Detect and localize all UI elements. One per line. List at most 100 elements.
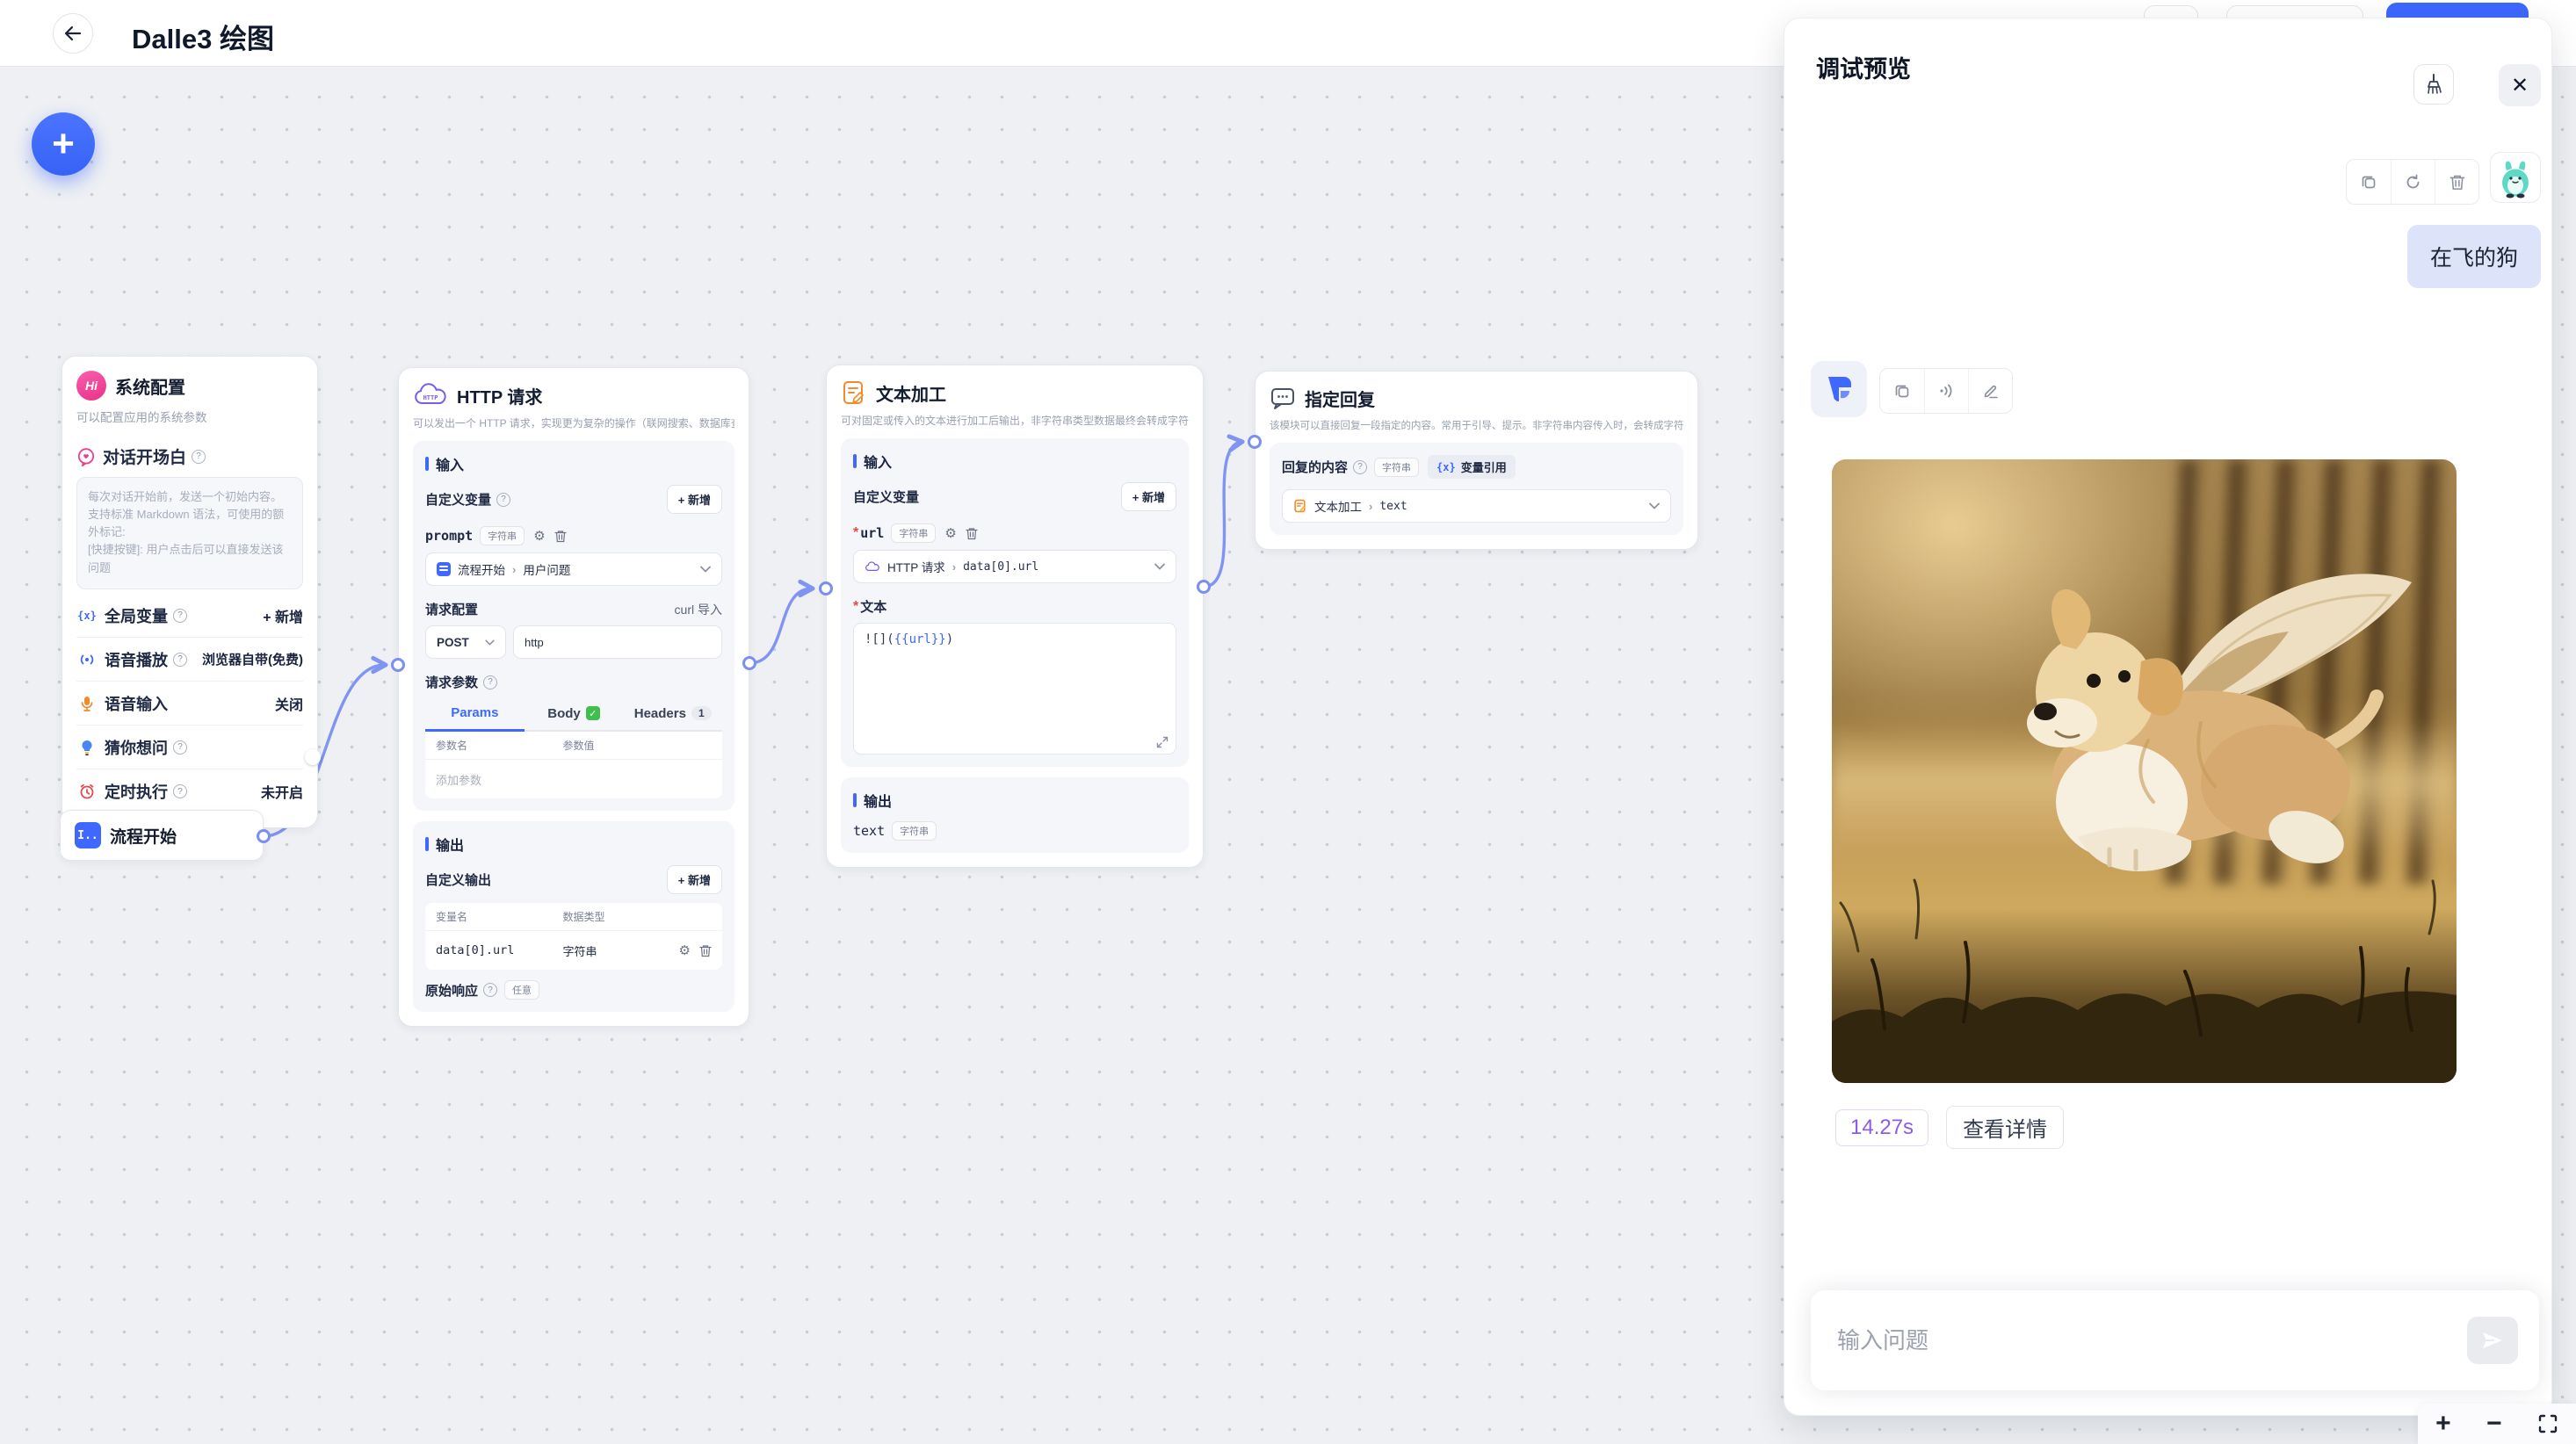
add-node-button[interactable]: + [32,112,95,176]
clear-history-button[interactable] [2413,64,2454,105]
help-icon[interactable]: ? [483,675,497,690]
read-aloud-button[interactable] [1924,369,1968,413]
handle-http-in[interactable] [391,658,405,672]
handle-flowstart-out[interactable] [257,829,271,843]
add-variable-button[interactable]: + 新增 [667,485,722,514]
retry-icon [2405,174,2421,191]
help-icon[interactable]: ? [173,609,187,623]
broadcast-icon [76,650,98,669]
url-reference-select[interactable]: HTTP 请求 › data[0].url [853,550,1176,583]
help-icon[interactable]: ? [1353,460,1367,474]
http-output-section: 输出 自定义输出 + 新增 变量名 数据类型 data[0].url 字符串 ⚙ [413,821,734,1012]
headers-count-badge: 1 [691,706,712,720]
node-title: 指定回复 [1305,386,1375,411]
url-input[interactable] [513,625,722,659]
copy-button[interactable] [1880,369,1924,413]
microphone-icon [76,695,98,712]
row-scheduled-run[interactable]: 定时执行 ? 未开启 [76,769,303,813]
tab-headers[interactable]: Headers1 [623,698,722,732]
node-specified-reply[interactable]: 指定回复 该模块可以直接回复一段指定的内容。常用于引导、提示。非字符串内容传入时… [1255,371,1698,550]
handle-textedit-out[interactable] [1197,580,1211,594]
prompt-reference-select[interactable]: 流程开始 › 用户问题 [425,552,722,586]
zoom-in-button[interactable]: + [2435,1411,2451,1437]
send-button[interactable] [2467,1317,2518,1364]
handle-textedit-in[interactable] [819,581,833,596]
opening-remark-textarea[interactable] [76,477,303,589]
retry-button[interactable] [2391,160,2435,204]
response-time-badge[interactable]: 14.27s [1835,1109,1928,1146]
row-voice-playback[interactable]: 语音播放 ? 浏览器自带(免费) [76,638,303,682]
node-http-request[interactable]: HTTP HTTP 请求 可以发出一个 HTTP 请求，实现更为复杂的操作（联网… [398,367,749,1027]
fit-view-button[interactable] [2537,1413,2558,1434]
text-code-editor[interactable]: ![]({{url}}) [853,623,1176,754]
trash-icon[interactable] [554,530,567,543]
user-message-toolbar [2346,159,2479,205]
ref-source: 流程开始 [458,560,505,578]
help-icon[interactable]: ? [173,784,187,798]
add-global-variable-button[interactable]: + 新增 [263,605,303,626]
app-root: React Flow + Hi 系统配置 可以配置应用的系统参数 [0,0,2576,1444]
add-param-row[interactable]: 添加参数 [425,760,722,798]
type-badge: 字符串 [892,821,937,841]
generated-dog-image[interactable] [1832,459,2457,1083]
chat-input-field[interactable] [1837,1290,2452,1390]
row-global-variables[interactable]: {x} 全局变量 ? + 新增 [76,594,303,638]
node-title: 文本加工 [876,380,946,406]
variable-name: url [860,525,884,541]
curl-import-button[interactable]: curl 导入 [675,601,722,618]
help-icon[interactable]: ? [192,450,206,464]
handle-reply-in[interactable] [1248,435,1262,449]
copy-button[interactable] [2347,160,2391,204]
close-panel-button[interactable]: ✕ [2499,64,2541,106]
row-guess-question[interactable]: 猜你想问 ? [76,726,303,769]
trash-icon[interactable] [966,527,978,540]
add-output-button[interactable]: + 新增 [667,865,722,894]
view-details-button[interactable]: 查看详情 [1946,1106,2064,1149]
scheduled-run-value[interactable]: 未开启 [261,781,303,802]
ref-source: HTTP 请求 [887,558,945,575]
help-icon[interactable]: ? [173,740,187,754]
node-flow-start[interactable]: I.. 流程开始 [60,810,264,861]
expand-icon[interactable] [1156,736,1169,748]
help-icon[interactable]: ? [173,653,187,667]
custom-var-label: 自定义变量 [853,487,919,506]
output-var-name: data[0].url [436,943,562,957]
variable-name: prompt [425,528,473,544]
mascot-sticker [2496,156,2535,199]
gear-icon[interactable]: ⚙ [533,530,545,543]
method-select[interactable]: POST [425,625,506,659]
row-voice-input[interactable]: 语音输入 关闭 [76,682,303,726]
zoom-out-button[interactable]: − [2486,1411,2502,1437]
back-button[interactable] [53,13,93,54]
delete-button[interactable] [2435,160,2478,204]
flying-dog-illustration [1832,459,2457,1083]
edit-button[interactable] [1968,369,2012,413]
page-title: Dalle3 绘图 [132,17,274,56]
opening-remark-field [76,477,303,594]
raw-response-label: 原始响应 [425,981,478,1000]
braces-icon: {x} [76,610,98,622]
opening-label: 对话开场白 [103,444,186,468]
chevron-down-icon [700,566,711,573]
tab-body[interactable]: Body✓ [525,698,624,732]
node-system-config[interactable]: Hi 系统配置 可以配置应用的系统参数 对话开场白 ? {x} 全局变量 ? +… [62,356,318,828]
help-icon[interactable]: ? [483,983,497,997]
alarm-clock-icon [76,783,98,800]
help-icon[interactable]: ? [496,493,510,507]
ref-source: 文本加工 [1314,497,1362,515]
handle-http-out[interactable] [742,656,756,670]
sound-icon [1938,383,1956,399]
voice-playback-value[interactable]: 浏览器自带(免费) [202,650,303,668]
variable-reference-badge[interactable]: {x} 变量引用 [1428,455,1516,479]
reply-reference-select[interactable]: 文本加工 › text [1282,489,1671,523]
url-variable-token: {{url}} [894,632,946,646]
fastgpt-logo [1821,372,1856,407]
add-variable-button[interactable]: + 新增 [1121,482,1176,511]
gear-icon[interactable]: ⚙ [944,527,956,540]
assistant-message-toolbar [1879,368,2013,414]
gear-icon[interactable]: ⚙ [679,944,691,957]
trash-icon[interactable] [699,944,712,957]
voice-input-value[interactable]: 关闭 [275,693,303,714]
node-text-edit[interactable]: 文本加工 可对固定或传入的文本进行加工后输出，非字符串类型数据最终会转成字符串类… [826,365,1204,868]
tab-params[interactable]: Params [425,698,525,732]
